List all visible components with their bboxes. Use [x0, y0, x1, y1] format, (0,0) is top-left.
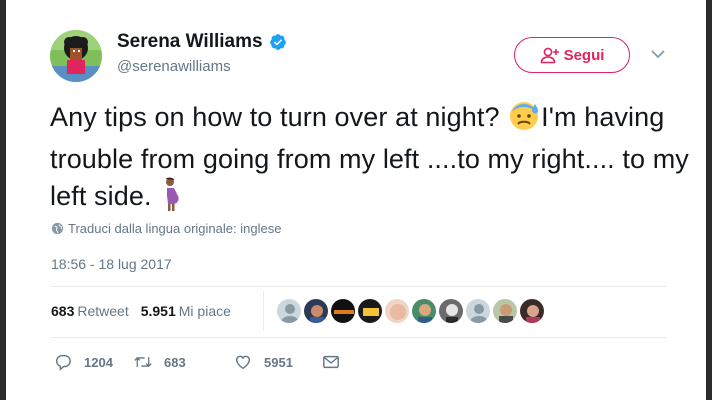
author-name-row[interactable]: Serena Williams — [117, 31, 287, 53]
tweet-text-part-1: Any tips on how to turn over at night? — [50, 102, 508, 132]
verified-badge-icon — [269, 33, 287, 51]
author-handle[interactable]: @serenawilliams — [117, 58, 231, 75]
add-user-icon — [540, 47, 559, 64]
chevron-down-icon[interactable] — [650, 48, 666, 60]
likes-stat-label: Mi piace — [178, 303, 231, 319]
anxious-sweat-face-icon — [507, 98, 541, 141]
stats-divider-bottom — [50, 337, 667, 338]
reply-count: 1204 — [84, 354, 113, 370]
liker-avatar[interactable] — [492, 298, 518, 324]
likes-count: 5.951 — [140, 303, 176, 319]
tweet-text: Any tips on how to turn over at night? I… — [50, 98, 690, 220]
tweet-timestamp[interactable]: 18:56 - 18 lug 2017 — [51, 256, 172, 272]
liker-avatar[interactable] — [384, 298, 410, 324]
tweet-stats: 683 Retweet 5.951 Mi piace — [51, 303, 231, 319]
direct-message-action[interactable] — [322, 353, 340, 371]
like-action-count: 5951 — [264, 354, 293, 370]
liker-avatar[interactable] — [357, 298, 383, 324]
liker-avatar[interactable] — [303, 298, 329, 324]
likes-stat[interactable]: 5.951 Mi piace — [141, 303, 231, 319]
retweet-icon — [134, 356, 152, 368]
liker-avatar[interactable] — [438, 298, 464, 324]
liker-avatar[interactable] — [330, 298, 356, 324]
author-name[interactable]: Serena Williams — [117, 31, 263, 53]
reply-icon — [55, 354, 71, 371]
tweet-actions: 1204 683 5951 — [54, 353, 340, 371]
liker-avatar[interactable] — [465, 298, 491, 324]
liker-avatar[interactable] — [519, 298, 545, 324]
retweet-action-count: 683 — [164, 354, 186, 370]
author-avatar[interactable] — [50, 30, 102, 82]
pregnant-woman-icon — [159, 177, 185, 220]
reply-action[interactable]: 1204 — [54, 353, 134, 371]
like-action[interactable]: 5951 — [234, 353, 322, 371]
stats-separator — [263, 291, 264, 331]
translate-link[interactable]: Traduci dalla lingua originale: inglese — [51, 221, 281, 236]
retweet-action[interactable]: 683 — [134, 353, 234, 371]
heart-icon — [235, 355, 251, 370]
liker-avatars — [276, 298, 545, 324]
envelope-icon — [323, 355, 339, 369]
window-edge-right — [706, 0, 712, 400]
follow-button[interactable]: Segui — [514, 37, 630, 73]
window-edge-left — [0, 0, 6, 400]
liker-avatar[interactable] — [276, 298, 302, 324]
retweet-stat-label: Retweet — [77, 303, 129, 319]
retweet-count: 683 — [51, 303, 75, 319]
retweet-stat[interactable]: 683 Retweet — [51, 303, 129, 319]
follow-button-label: Segui — [563, 46, 605, 64]
liker-avatar[interactable] — [411, 298, 437, 324]
translate-label: Traduci dalla lingua originale: inglese — [68, 221, 282, 236]
globe-icon — [51, 222, 64, 235]
stats-divider-top — [50, 286, 667, 287]
